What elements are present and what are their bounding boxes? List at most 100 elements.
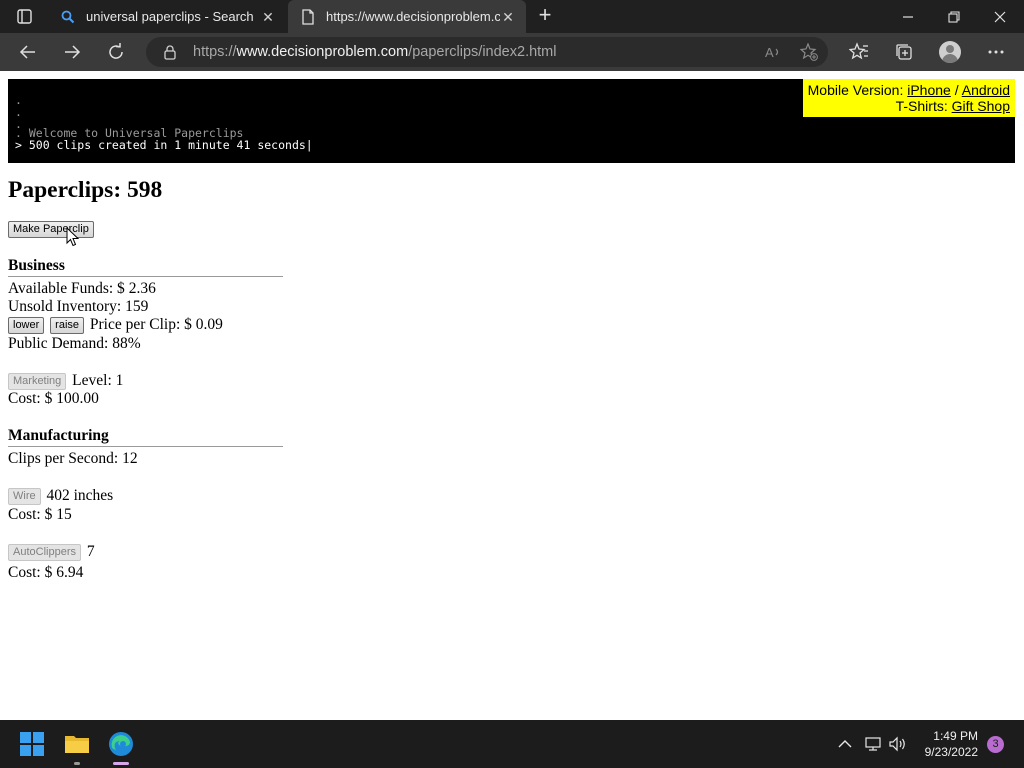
notification-badge[interactable]: 3 [987,736,1004,753]
navigation-bar: https://www.decisionproblem.com/papercli… [0,33,1024,71]
autoclippers-cost-label: Cost: $ [8,564,53,581]
price-value: 0.09 [195,316,223,333]
console-readout: . . . . Welcome to Universal Paperclips … [8,79,1015,163]
more-options-icon[interactable] [985,41,1007,63]
avatar-body [942,54,958,63]
mobile-version-row: Mobile Version: iPhone / Android [803,82,1010,98]
autoclippers-row: AutoClippers 7 [8,543,95,561]
read-aloud-icon[interactable]: A [764,43,782,61]
clips-per-second: Clips per Second: 12 [8,450,138,468]
url-scheme: https:// [193,44,237,60]
refresh-icon[interactable] [103,39,129,65]
collections-icon[interactable] [893,41,915,63]
business-heading: Business [8,257,283,277]
close-tab-icon[interactable]: ✕ [500,9,516,25]
new-tab-icon[interactable]: + [534,4,556,27]
tab-actions-icon[interactable] [10,7,38,27]
wire-amount: 402 inches [46,487,114,504]
funds-value: 2.36 [128,280,156,297]
price-row: lower raise Price per Clip: $ 0.09 [8,316,223,334]
wire-cost: Cost: $ 15 [8,506,72,524]
network-icon[interactable] [864,735,882,753]
available-funds: Available Funds: $ 2.36 [8,280,156,298]
tshirts-row: T-Shirts: Gift Shop [803,98,1010,114]
inventory-label: Unsold Inventory: [8,298,122,315]
wire-cost-value: 15 [56,506,72,523]
raise-price-button[interactable]: raise [50,317,85,334]
paperclips-value: 598 [127,177,163,203]
autoclippers-cost: Cost: $ 6.94 [8,564,83,582]
tab-label: https://www.decisionproblem.com/papercli… [326,9,500,24]
inventory-value: 159 [125,298,149,315]
url-text[interactable]: https://www.decisionproblem.com/papercli… [193,44,557,60]
avatar-head [946,45,954,53]
public-demand: Public Demand: 88% [8,335,141,353]
close-window-icon[interactable] [977,0,1023,33]
mobile-version-label: Mobile Version: [807,82,904,98]
make-paperclip-button[interactable]: Make Paperclip [8,221,94,238]
minimize-icon[interactable] [885,0,931,33]
android-link[interactable]: Android [962,82,1010,98]
unsold-inventory: Unsold Inventory: 159 [8,298,148,316]
back-icon[interactable] [15,39,41,65]
page-content: . . . . Welcome to Universal Paperclips … [0,71,1024,720]
windows-start-icon[interactable] [17,729,47,759]
lower-price-button[interactable]: lower [8,317,45,334]
marketing-button[interactable]: Marketing [8,373,67,390]
paperclip-count: Paperclips: 598 [8,177,162,204]
tab-bar: universal paperclips - Search ✕ https://… [0,0,1024,33]
cps-label: Clips per Second: [8,450,119,467]
system-clock[interactable]: 1:49 PM 9/23/2022 [900,728,978,760]
marketing-level-value: 1 [115,372,124,389]
demand-label: Public Demand: [8,335,109,352]
profile-avatar[interactable] [939,41,961,63]
price-label: Price per Clip: $ [89,316,192,333]
marketing-cost: Cost: $ 100.00 [8,390,99,408]
forward-icon[interactable] [59,39,85,65]
marketing-level-label: Level: [72,372,112,389]
autoclippers-cost-value: 6.94 [56,564,84,581]
buy-autoclipper-button[interactable]: AutoClippers [8,544,81,561]
demand-value: 88% [112,335,141,352]
buy-wire-button[interactable]: Wire [8,488,41,505]
lock-icon[interactable] [162,44,178,60]
tab-search[interactable]: universal paperclips - Search ✕ [48,0,286,33]
iphone-link[interactable]: iPhone [907,82,951,98]
wire-row: Wire 402 inches [8,487,113,505]
clock-time: 1:49 PM [933,729,978,743]
promo-box: Mobile Version: iPhone / Android T-Shirt… [803,79,1015,117]
restore-icon[interactable] [931,0,977,33]
file-explorer-icon[interactable] [62,729,92,759]
marketing-cost-value: 100.00 [56,390,99,407]
favorites-icon[interactable] [848,41,870,63]
manufacturing-heading: Manufacturing [8,427,283,447]
search-icon [60,9,76,25]
clock-date: 9/23/2022 [924,745,978,759]
add-favorite-icon[interactable] [799,42,818,61]
autoclippers-count: 7 [86,543,95,560]
edge-browser-icon[interactable] [106,729,136,759]
url-host: www.decisionproblem.com [236,44,409,60]
svg-text:A: A [765,45,774,60]
active-app-indicator [113,762,129,765]
link-separator: / [954,82,959,98]
show-hidden-icons-chevron-icon[interactable] [836,735,854,753]
tab-label: universal paperclips - Search [86,9,254,24]
address-bar[interactable]: https://www.decisionproblem.com/papercli… [146,37,828,67]
paperclips-label: Paperclips: [8,177,122,203]
tab-paperclips[interactable]: https://www.decisionproblem.com/papercli… [288,0,526,33]
page-icon [300,8,316,25]
cps-value: 12 [122,450,138,467]
wire-cost-label: Cost: $ [8,506,53,523]
mouse-pointer-icon [66,226,80,247]
close-tab-icon[interactable]: ✕ [260,9,276,25]
tshirts-label: T-Shirts: [895,98,948,114]
marketing-cost-label: Cost: $ [8,390,53,407]
funds-label: Available Funds: $ [8,280,125,297]
taskbar: 1:49 PM 9/23/2022 [0,720,1024,768]
gift-shop-link[interactable]: Gift Shop [952,98,1010,114]
console-line-latest: > 500 clips created in 1 minute 41 secon… [15,138,313,152]
app-indicator [74,762,80,765]
marketing-row: Marketing Level: 1 [8,372,123,390]
url-path: /paperclips/index2.html [408,44,557,60]
